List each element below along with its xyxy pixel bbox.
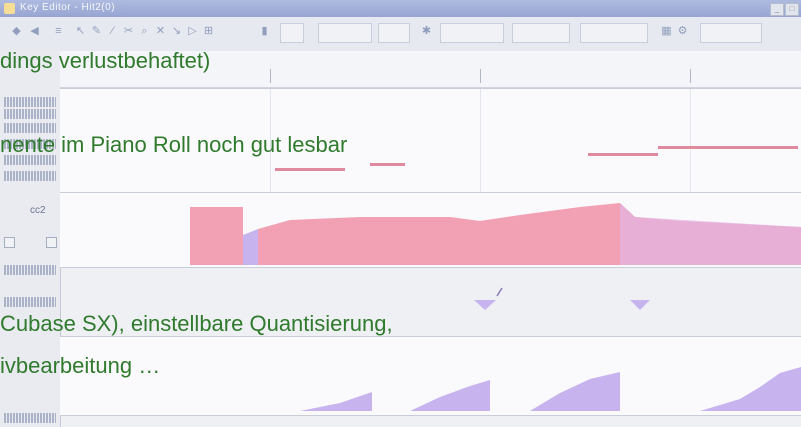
controller-area[interactable]	[700, 367, 801, 411]
arrow-icon[interactable]: ↖	[74, 25, 87, 38]
velocity-area-overlap	[620, 203, 801, 265]
position-field[interactable]	[700, 23, 762, 43]
lane-selector[interactable]	[4, 109, 56, 119]
restore-button[interactable]: □	[785, 3, 799, 16]
key-editor-window: Key Editor - Hit2(0) _ □ ◆ ◀ ≡ ↖ ✎ ⁄ ✂ ⌕…	[0, 0, 801, 427]
window-title: Key Editor - Hit2(0)	[20, 2, 116, 13]
title-bar[interactable]: Key Editor - Hit2(0) _ □	[0, 0, 801, 17]
controller-area[interactable]	[530, 372, 620, 411]
play-icon[interactable]: ▷	[186, 25, 199, 38]
mute-icon[interactable]: ✕	[154, 25, 167, 38]
feedback-icon[interactable]: ◀	[28, 25, 41, 38]
overlay-text-line3: Cubase SX), einstellbare Quantisierung,	[0, 311, 393, 336]
chord-field[interactable]	[512, 23, 570, 43]
minimize-button[interactable]: _	[770, 3, 784, 16]
lane-button[interactable]	[4, 237, 15, 248]
snap-icon[interactable]: ✱	[420, 25, 433, 38]
note[interactable]	[588, 153, 658, 156]
lane-button[interactable]	[46, 237, 57, 248]
settings-icon[interactable]: ⚙	[676, 25, 689, 38]
controller-lane-label: cc2	[30, 205, 46, 216]
length-field[interactable]	[440, 23, 504, 43]
velocity-bar-blue[interactable]	[243, 229, 258, 265]
lane-selector[interactable]	[4, 171, 56, 181]
step-icon[interactable]: ▮	[258, 25, 271, 38]
overlay-text-line2: nente im Piano Roll noch gut lesbar	[0, 132, 348, 157]
controller-area[interactable]	[410, 380, 490, 411]
color-icon[interactable]: ▦	[660, 25, 673, 38]
lane-selector[interactable]	[4, 413, 56, 423]
lane-selector[interactable]	[4, 265, 56, 275]
step-field[interactable]	[280, 23, 304, 43]
controller-lane[interactable]	[60, 336, 801, 416]
app-icon	[4, 3, 15, 14]
split-icon[interactable]: ↘	[170, 25, 183, 38]
solo-icon[interactable]: ◆	[10, 25, 23, 38]
color-field[interactable]	[580, 23, 648, 43]
note[interactable]	[275, 168, 345, 171]
note-color-field[interactable]	[318, 23, 372, 43]
grid-line	[480, 89, 481, 193]
controller-curve	[190, 203, 801, 265]
toolbar: ◆ ◀ ≡ ↖ ✎ ⁄ ✂ ⌕ ✕ ↘ ▷ ⊞ ▮ ✱ ▦ ⚙	[0, 17, 801, 52]
note[interactable]	[370, 163, 405, 166]
ruler-tick	[690, 69, 691, 83]
line-icon[interactable]: ⁄	[106, 25, 119, 38]
lane-selector[interactable]	[4, 97, 56, 107]
zoom-icon[interactable]: ⌕	[138, 25, 151, 38]
glue-icon[interactable]: ✂	[122, 25, 135, 38]
controller-curve	[300, 367, 801, 411]
controller-area[interactable]	[300, 392, 372, 411]
ruler-tick	[270, 69, 271, 83]
pencil-icon[interactable]: ✎	[90, 25, 103, 38]
ruler-tick	[480, 69, 481, 83]
velocity-bar-red[interactable]	[190, 207, 243, 265]
quantize-field[interactable]	[378, 23, 410, 43]
autoscroll-icon[interactable]: ≡	[52, 25, 65, 38]
pencil-cursor-icon	[496, 287, 503, 297]
note-marker[interactable]	[474, 300, 496, 310]
overlay-text-line4: ivbearbeitung …	[0, 353, 161, 378]
note[interactable]	[658, 146, 798, 149]
overlay-text-line1: dings verlustbehaftet)	[0, 48, 211, 73]
note-marker[interactable]	[630, 300, 650, 310]
controller-lane[interactable]: cc2	[30, 192, 801, 268]
grid-line	[690, 89, 691, 193]
grid-icon[interactable]: ⊞	[202, 25, 215, 38]
